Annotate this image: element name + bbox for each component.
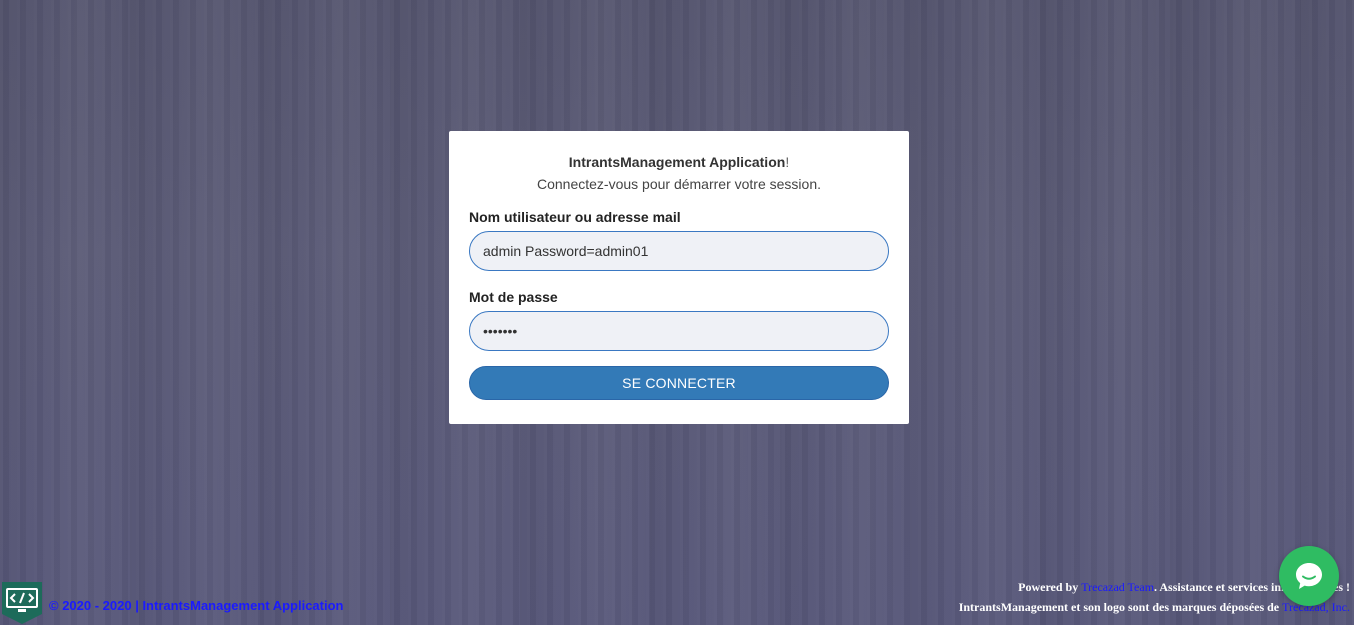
chat-bubble-icon (1296, 563, 1322, 589)
login-header: IntrantsManagement Application! Connecte… (469, 151, 889, 195)
title-exclaim: ! (785, 154, 790, 170)
login-title: IntrantsManagement Application! (469, 151, 889, 173)
password-input[interactable] (469, 311, 889, 351)
footer-copyright-link[interactable]: © 2020 - 2020 | IntrantsManagement Appli… (49, 598, 343, 613)
password-label: Mot de passe (469, 289, 558, 305)
login-subtitle: Connectez-vous pour démarrer votre sessi… (536, 176, 822, 192)
chat-widget-button[interactable] (1279, 546, 1339, 606)
trademark-prefix: IntrantsManagement et son logo sont des … (958, 600, 1283, 614)
code-monitor-icon (2, 582, 42, 624)
footer-left: © 2020 - 2020 | IntrantsManagement Appli… (0, 579, 343, 625)
username-label: Nom utilisateur ou adresse mail (469, 209, 681, 225)
powered-prefix: Powered by (1018, 580, 1082, 594)
username-input[interactable] (469, 231, 889, 271)
login-button[interactable]: SE CONNECTER (469, 366, 889, 400)
app-name: IntrantsManagement Application (568, 154, 786, 170)
login-card: IntrantsManagement Application! Connecte… (449, 131, 909, 424)
trecazad-team-link[interactable]: Trecazad Team (1081, 580, 1154, 594)
